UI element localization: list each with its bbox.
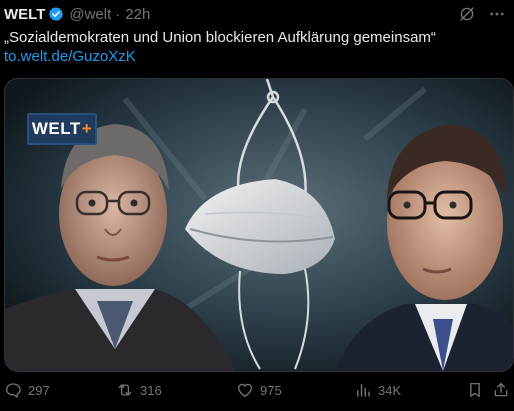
repost-count: 316 [140,382,162,398]
tweet[interactable]: WELT @welt · 22h „Sozialdemokraten und U… [0,0,514,411]
author-name[interactable]: WELT [4,6,45,23]
bookmark-icon [470,382,480,398]
grok-icon[interactable] [458,5,476,23]
tweet-timestamp[interactable]: 22h [125,6,150,23]
reply-icon [5,383,21,398]
repost-button[interactable]: 316 [116,381,162,399]
views-count: 34K [378,382,402,398]
heart-icon [237,383,253,398]
tweet-link[interactable]: to.welt.de/GuzoXzK [4,47,136,67]
reply-count: 297 [28,382,50,398]
repost-icon [118,384,132,396]
tweet-image[interactable]: WELT + [4,78,514,372]
share-button[interactable] [492,381,514,399]
verified-badge-icon [49,7,64,21]
separator-dot: · [115,5,121,23]
like-button[interactable]: 975 [236,381,282,399]
views-button[interactable]: 34K [354,381,401,399]
more-options-icon[interactable] [488,5,506,23]
welt-plus-logo: WELT + [27,113,97,145]
bookmark-button[interactable] [466,381,490,399]
views-chart-icon [357,384,370,397]
tweet-header: WELT @welt · 22h [4,4,506,24]
author-handle[interactable]: @welt [69,6,111,23]
tweet-text: „Sozialdemokraten und Union blockieren A… [4,29,436,46]
tweet-actions: 297 316 975 34K [4,381,512,403]
like-count: 975 [260,382,282,398]
reply-button[interactable]: 297 [4,381,50,399]
share-icon [494,382,508,397]
